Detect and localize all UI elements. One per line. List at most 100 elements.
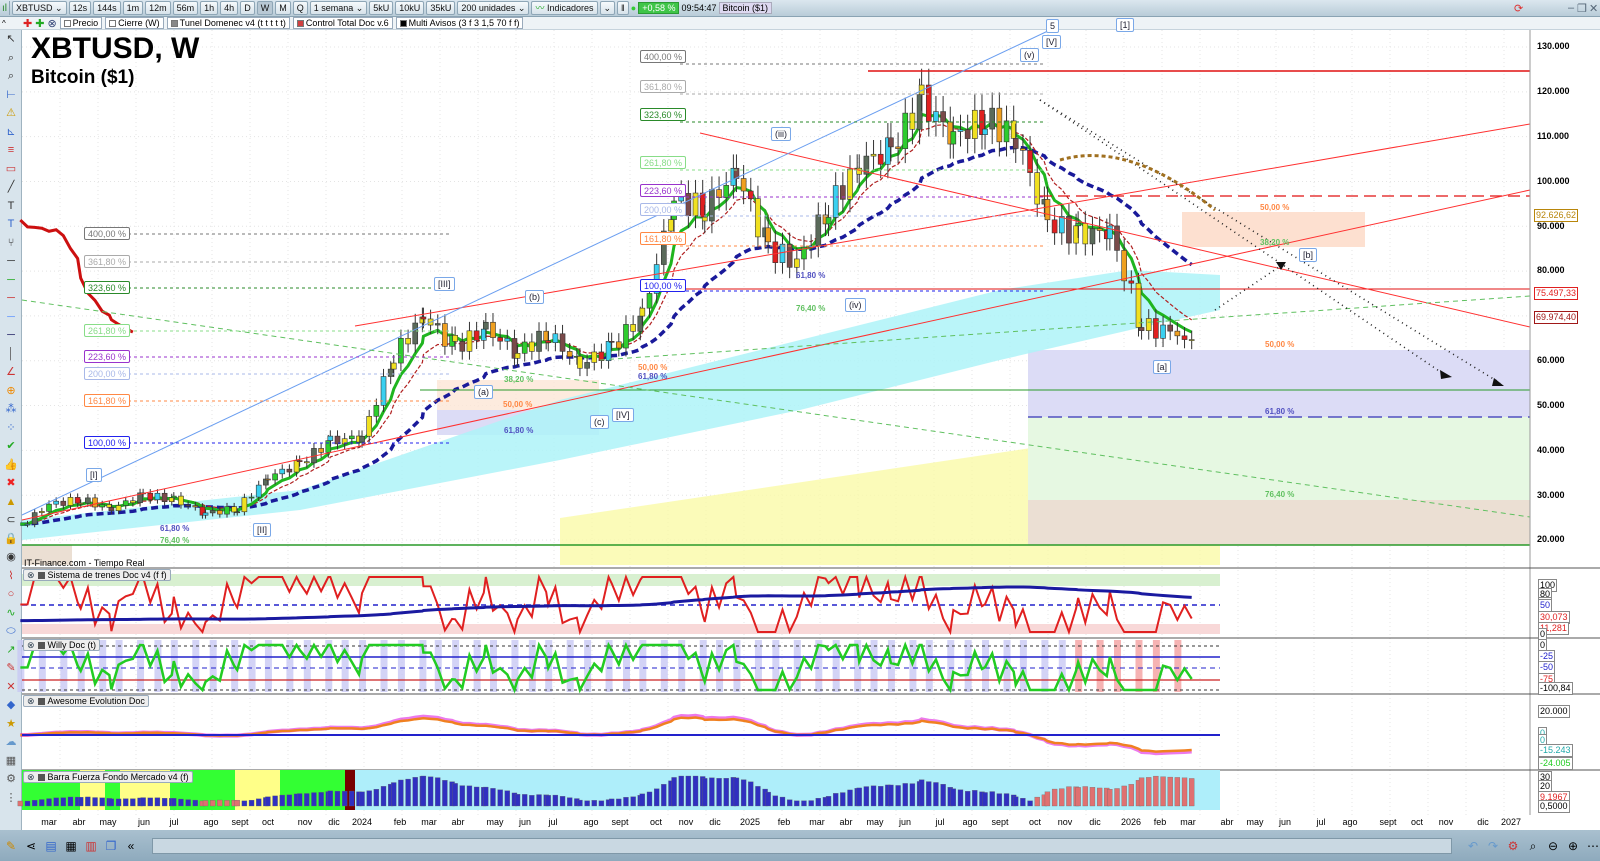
willy-bar (1174, 640, 1182, 692)
time-axis-label: feb (777, 817, 791, 827)
horizontal-scrollbar[interactable] (152, 837, 1452, 854)
force-bar (1138, 777, 1145, 807)
elliott-wave-label[interactable]: (a) (474, 385, 493, 399)
elliott-wave-label[interactable]: [I] (86, 468, 102, 482)
force-bar (1146, 777, 1152, 807)
elliott-wave-label[interactable]: (iii) (771, 127, 791, 141)
calculator-icon[interactable]: ▦ (64, 839, 78, 853)
candle (293, 460, 300, 473)
elliott-wave-label[interactable]: [IV] (612, 408, 634, 422)
candle (241, 497, 248, 513)
elliott-wave-label[interactable]: (v) (1020, 48, 1039, 62)
elliott-wave-label[interactable]: 5 (1046, 19, 1060, 33)
elliott-wave-label[interactable]: (iv) (845, 298, 866, 312)
time-axis-label: feb (393, 817, 407, 827)
elliott-wave-label[interactable]: [1] (1116, 18, 1135, 32)
price-axis-label: 50.000 (1537, 400, 1565, 410)
elliott-wave-label[interactable]: [III] (434, 277, 455, 291)
candle (559, 333, 566, 352)
force-bar (878, 786, 884, 807)
candle (497, 337, 503, 342)
panel-close-icon[interactable]: ⊗ (27, 696, 35, 707)
force-bar (577, 799, 583, 807)
elliott-wave-label[interactable]: [a] (1153, 360, 1172, 374)
zone-lightgreen (1028, 417, 1530, 500)
windows-icon[interactable]: ❐ (104, 839, 118, 853)
force-bar (1128, 784, 1134, 807)
candle (616, 341, 622, 349)
force-bar (630, 796, 636, 807)
zoom-in-icon[interactable]: ⊕ (1566, 839, 1580, 853)
fib-label: 323,60 % (640, 108, 687, 121)
force-bar (1089, 787, 1096, 807)
candle (514, 353, 521, 359)
fib-label: 223,60 % (84, 350, 131, 363)
panel-color-swatch (37, 641, 45, 649)
price-chart[interactable] (0, 0, 1600, 861)
force-bar (1013, 796, 1019, 807)
panel-close-icon[interactable]: ⊗ (27, 570, 35, 581)
data-source: IT-Finance.com - Tiempo Real (24, 558, 145, 568)
settings-icon[interactable]: ⚙ (1506, 839, 1520, 853)
candle (856, 167, 863, 175)
panel-close-icon[interactable]: ⊗ (27, 772, 35, 783)
scroll-left-icon[interactable]: « (124, 839, 138, 853)
elliott-wave-label[interactable]: [V] (1042, 35, 1062, 49)
force-bar (1160, 776, 1166, 807)
time-axis-label: mar (421, 817, 437, 827)
willy-bar (99, 640, 107, 692)
zoom-fit-icon[interactable]: ⌕ (1526, 839, 1540, 853)
force-bar (536, 794, 542, 807)
force-bar (296, 793, 303, 807)
candle (888, 137, 894, 148)
force-bar (398, 779, 404, 807)
candle (234, 511, 241, 514)
force-bar (39, 799, 45, 807)
force-bar (318, 792, 324, 807)
force-bar (514, 794, 521, 807)
zoom-out-icon[interactable]: ⊖ (1546, 839, 1560, 853)
candle (209, 510, 216, 514)
force-bar (989, 791, 995, 807)
time-axis-label: dic (1477, 817, 1489, 827)
chat-icon[interactable]: ▤ (44, 839, 58, 853)
candle (171, 495, 177, 499)
retracement-label: 50,00 % (638, 363, 668, 372)
indicators-icon[interactable]: ▥ (84, 839, 98, 853)
force-bar (78, 797, 84, 807)
willy-bar (264, 640, 272, 692)
candle (473, 330, 480, 341)
force-bar (147, 797, 153, 807)
force-bar (304, 793, 310, 807)
time-axis-label: jun (1278, 817, 1292, 827)
panel-close-icon[interactable]: ⊗ (27, 640, 35, 651)
pencil-icon[interactable]: ✎ (4, 839, 18, 853)
candle (909, 112, 916, 130)
elliott-wave-label[interactable]: (c) (590, 415, 609, 429)
candle (504, 338, 511, 342)
elliott-wave-label[interactable]: [II] (253, 523, 272, 537)
share-icon[interactable]: ⋖ (24, 839, 38, 853)
overbought-zone (22, 574, 1220, 586)
candle (77, 502, 84, 505)
more-icon[interactable]: ⋯ (1586, 839, 1600, 853)
fib-label: 200,00 % (640, 203, 687, 216)
panel-title: Barra Fuerza Fondo Mercado v4 (f) (47, 772, 189, 782)
elliott-wave-label[interactable]: [b] (1299, 248, 1318, 262)
candle (957, 129, 964, 132)
elliott-wave-label[interactable]: (b) (525, 290, 544, 304)
candle (154, 492, 161, 501)
willy-bar (584, 640, 592, 692)
undo-icon[interactable]: ↶ (1466, 839, 1480, 853)
willy-bar (887, 640, 895, 692)
redo-icon[interactable]: ↷ (1486, 839, 1500, 853)
candle (1012, 138, 1019, 149)
willy-bar (380, 640, 388, 692)
force-bar (504, 790, 510, 807)
force-bar (334, 790, 341, 807)
force-bar (256, 798, 262, 807)
time-axis-label: sept (231, 817, 249, 827)
time-axis-label: sept (611, 817, 629, 827)
time-axis-label: may (1246, 817, 1264, 827)
force-bar (709, 777, 715, 807)
